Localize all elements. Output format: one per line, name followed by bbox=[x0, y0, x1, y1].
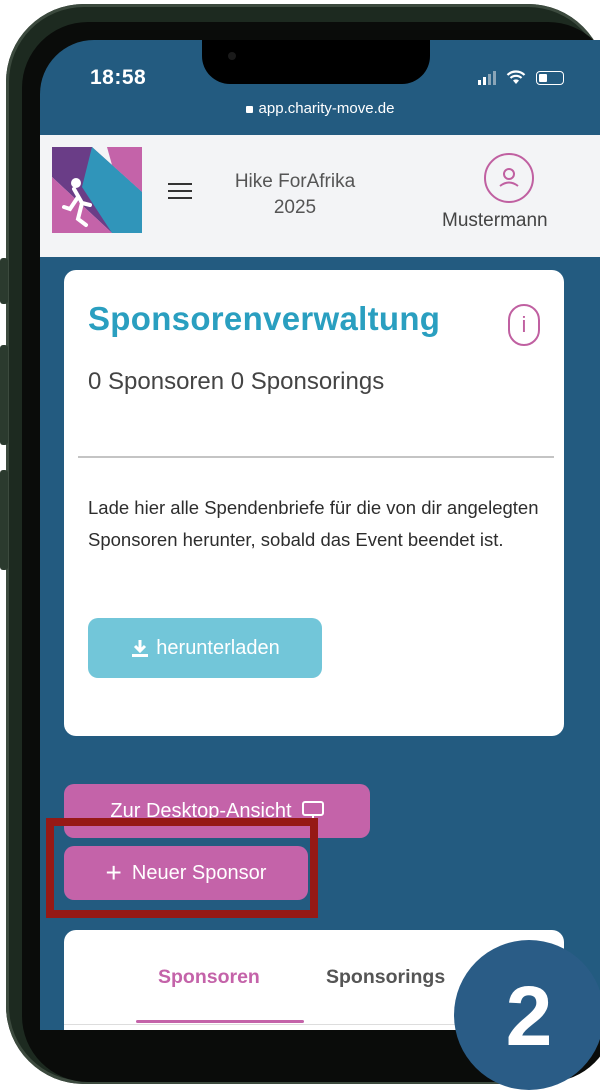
info-icon[interactable]: i bbox=[508, 304, 540, 346]
active-tab-indicator bbox=[136, 1020, 304, 1023]
page-title: Sponsorenverwaltung bbox=[88, 300, 441, 337]
phone-side-button bbox=[0, 258, 8, 304]
notch bbox=[202, 40, 430, 84]
tab-sponsorings[interactable]: Sponsorings bbox=[326, 966, 445, 989]
download-description: Lade hier alle Spendenbriefe für die von… bbox=[88, 497, 539, 550]
event-title-line1: Hike ForAfrika bbox=[234, 171, 356, 192]
charity-move-logo[interactable] bbox=[52, 147, 142, 233]
sponsor-count: 0 Sponsoren 0 Sponsorings bbox=[88, 368, 385, 395]
sponsor-management-card: Sponsorenverwaltung i 0 Sponsoren 0 Spon… bbox=[64, 270, 564, 736]
url-text: app.charity-move.de bbox=[258, 100, 395, 117]
highlight-box bbox=[46, 818, 318, 918]
download-label: herunterladen bbox=[156, 636, 280, 659]
hamburger-icon[interactable] bbox=[168, 183, 192, 199]
user-name[interactable]: Mustermann bbox=[442, 210, 548, 232]
event-title: Hike ForAfrika 2025 bbox=[220, 169, 370, 221]
status-time: 18:58 bbox=[90, 66, 147, 89]
event-title-line2: 2025 bbox=[273, 197, 317, 218]
battery-icon bbox=[536, 70, 564, 85]
user-icon[interactable] bbox=[484, 153, 534, 203]
signal-icon bbox=[478, 70, 496, 85]
app-header: Hike ForAfrika 2025 Mustermann bbox=[40, 135, 600, 257]
status-icons bbox=[478, 70, 564, 85]
wifi-icon bbox=[506, 70, 526, 84]
lock-icon bbox=[245, 106, 253, 113]
phone-side-button bbox=[0, 470, 8, 570]
step-badge: 2 bbox=[454, 940, 600, 1090]
divider bbox=[78, 456, 554, 458]
phone-side-button bbox=[0, 345, 8, 445]
url-bar[interactable]: app.charity-move.de bbox=[40, 100, 600, 117]
camera-icon bbox=[228, 52, 236, 60]
tab-sponsoren[interactable]: Sponsoren bbox=[158, 966, 260, 989]
download-button[interactable]: herunterladen bbox=[88, 618, 322, 678]
download-icon bbox=[132, 640, 149, 657]
